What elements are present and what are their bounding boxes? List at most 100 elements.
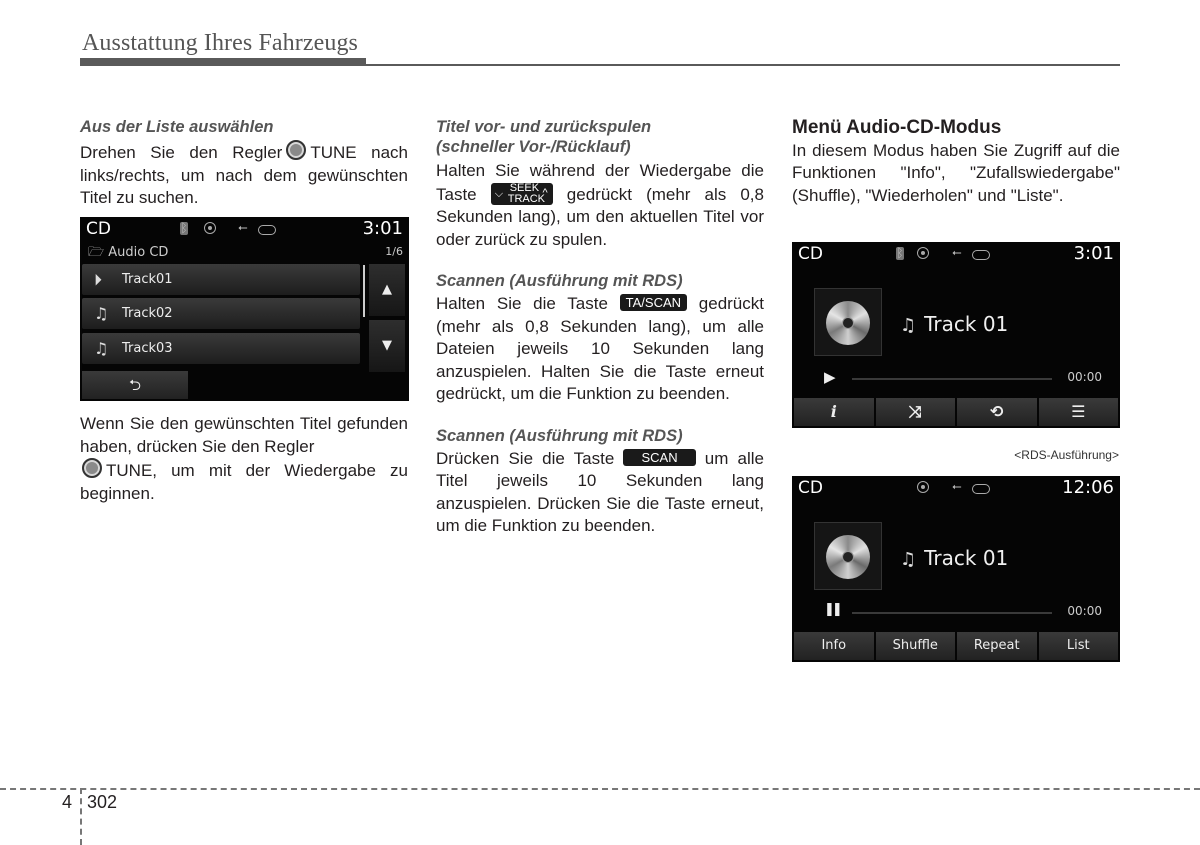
- column-1: Aus der Liste auswählen Drehen Sie den R…: [80, 117, 408, 210]
- usb-icon: ⭠: [238, 220, 248, 234]
- folder-name: Audio CD: [108, 245, 169, 260]
- folder-icon: 🗁: [88, 245, 105, 260]
- cd-list-screen: CD ᛒ ⭠ 3:01 🗁 Audio CD 1/6 ⏵ Track01 ♫ T…: [80, 217, 409, 401]
- status-bar: CD ᛒ ⭠ 3:01: [80, 217, 409, 243]
- aux-icon: [972, 250, 990, 260]
- column-1-lower: Wenn Sie den gewünschten Titel gefunden …: [80, 413, 408, 505]
- aux-icon: [258, 225, 276, 235]
- text: Drücken Sie die Taste: [436, 448, 615, 468]
- paragraph: Halten Sie die Taste TA/SCAN gedrückt (m…: [436, 293, 764, 406]
- cd-player-screen-rds: CD ⭠ 12:06 ♫ Track 01 ❚❚ 00:00 Info Shuff…: [792, 476, 1120, 662]
- track-label: Track01: [122, 272, 173, 287]
- progress-bar[interactable]: [852, 612, 1052, 614]
- paragraph: Drücken Sie die Taste SCAN um alle Titel…: [436, 448, 764, 538]
- text: Wenn Sie den gewünschten Titel gefunden …: [80, 414, 408, 456]
- shuffle-button[interactable]: Shuffle: [875, 632, 955, 660]
- list-icon: ☰: [1071, 402, 1086, 421]
- section-subheading: Aus der Liste auswählen: [80, 118, 274, 136]
- shuffle-button[interactable]: ⤨: [875, 398, 955, 426]
- track-row[interactable]: ⏵ Track01: [82, 264, 360, 295]
- header-bar: [80, 58, 366, 66]
- arrow-down-icon: ▼: [382, 338, 392, 353]
- track-label: Track02: [122, 306, 173, 321]
- album-art: [814, 522, 882, 590]
- cd-player-screen: CD ᛒ ⭠ 3:01 ♫ Track 01 ▶ 00:00 i ⤨ ⟲ ☰: [792, 242, 1120, 428]
- track-name: Track 01: [924, 546, 1009, 570]
- clock: 12:06: [1062, 477, 1114, 498]
- repeat-icon: ⟲: [990, 402, 1004, 421]
- menu-bar: Info Shuffle Repeat List: [794, 632, 1118, 660]
- page-header-title: Ausstattung Ihres Fahrzeugs: [82, 30, 358, 56]
- play-icon[interactable]: ▶: [824, 368, 836, 386]
- text: gedrückt (mehr als 0,8 Sekunden lang), u…: [436, 184, 764, 249]
- bluetooth-icon: ᛒ: [180, 221, 188, 235]
- section-heading: Menü Audio-CD-Modus: [792, 117, 1002, 138]
- paragraph: Wenn Sie den gewünschten Titel gefunden …: [80, 413, 408, 505]
- now-playing-title: ♫ Track 01: [900, 312, 1008, 336]
- disc-icon: [917, 247, 929, 259]
- scroll-up-button[interactable]: ▲: [369, 264, 405, 316]
- track-row[interactable]: ♫ Track02: [82, 298, 360, 329]
- disc-icon: [917, 481, 929, 493]
- figure-caption: <RDS-Ausführung>: [1014, 448, 1119, 462]
- key-label: TRACK: [507, 192, 545, 205]
- arrow-up-icon: ▲: [382, 282, 392, 297]
- mode-label: CD: [798, 478, 823, 498]
- repeat-button[interactable]: Repeat: [957, 632, 1037, 660]
- clock: 3:01: [1073, 243, 1114, 264]
- repeat-button[interactable]: ⟲: [957, 398, 1037, 426]
- section-subheading: (schneller Vor-/Rücklauf): [436, 138, 631, 156]
- scroll-down-button[interactable]: ▼: [369, 320, 405, 372]
- column-2: Titel vor- und zurückspulen (schneller V…: [436, 117, 764, 538]
- page-indicator: 1/6: [385, 245, 403, 258]
- info-icon: i: [830, 402, 837, 421]
- back-arrow-icon: ⮌: [128, 376, 141, 394]
- footer-divider: [80, 788, 82, 845]
- scrollbar[interactable]: [363, 265, 365, 317]
- elapsed-time: 00:00: [1067, 604, 1102, 618]
- tune-knob-icon: [286, 140, 307, 160]
- usb-icon: ⭠: [952, 479, 962, 493]
- column-3: Menü Audio-CD-Modus In diesem Modus habe…: [792, 117, 1120, 207]
- chevron-up-icon: ^: [542, 186, 548, 199]
- folder-label: 🗁 Audio CD: [88, 243, 168, 265]
- music-note-icon: ♫: [900, 549, 917, 570]
- info-button[interactable]: i: [794, 398, 874, 426]
- text: TUNE, um mit der Wiedergabe zu beginnen.: [80, 461, 408, 503]
- header-rule: [366, 64, 1120, 66]
- seek-track-key: ⌵ SEEK TRACK ^: [490, 181, 553, 205]
- section-subheading: Scannen (Ausführung mit RDS): [436, 426, 683, 445]
- scan-key: SCAN: [623, 448, 696, 466]
- back-button[interactable]: ⮌: [82, 371, 188, 399]
- now-playing-title: ♫ Track 01: [900, 546, 1008, 570]
- list-button[interactable]: List: [1038, 632, 1118, 660]
- track-name: Track 01: [924, 312, 1009, 336]
- cd-icon: [826, 535, 870, 579]
- paragraph: Halten Sie während der Wiedergabe die Ta…: [436, 160, 764, 251]
- pause-icon[interactable]: ❚❚: [824, 602, 843, 617]
- music-note-icon: ♫: [94, 304, 109, 323]
- list-button[interactable]: ☰: [1038, 398, 1118, 426]
- progress-bar[interactable]: [852, 378, 1052, 380]
- status-bar: CD ⭠ 12:06: [792, 476, 1120, 502]
- chapter-number: 4: [62, 792, 73, 812]
- play-circle-icon: ⏵: [94, 270, 103, 289]
- paragraph: Drehen Sie den Regler TUNE nach links/rec…: [80, 140, 408, 210]
- aux-icon: [972, 484, 990, 494]
- section-subheading: Titel vor- und zurückspulen: [436, 118, 652, 136]
- elapsed-time: 00:00: [1067, 370, 1102, 384]
- music-note-icon: ♫: [900, 315, 917, 336]
- text: Drehen Sie den Regler: [80, 143, 283, 162]
- mode-label: CD: [86, 219, 111, 239]
- menu-bar: i ⤨ ⟲ ☰: [794, 398, 1118, 426]
- info-button[interactable]: Info: [794, 632, 874, 660]
- footer-rule: [0, 788, 1200, 790]
- music-note-icon: ♫: [94, 339, 109, 358]
- track-label: Track03: [122, 341, 173, 356]
- section-subheading: Scannen (Ausführung mit RDS): [436, 272, 683, 290]
- track-row[interactable]: ♫ Track03: [82, 333, 360, 364]
- shuffle-icon: ⤨: [908, 402, 922, 421]
- key-label: SEEK: [509, 181, 540, 194]
- cd-icon: [826, 301, 870, 345]
- usb-icon: ⭠: [952, 245, 962, 259]
